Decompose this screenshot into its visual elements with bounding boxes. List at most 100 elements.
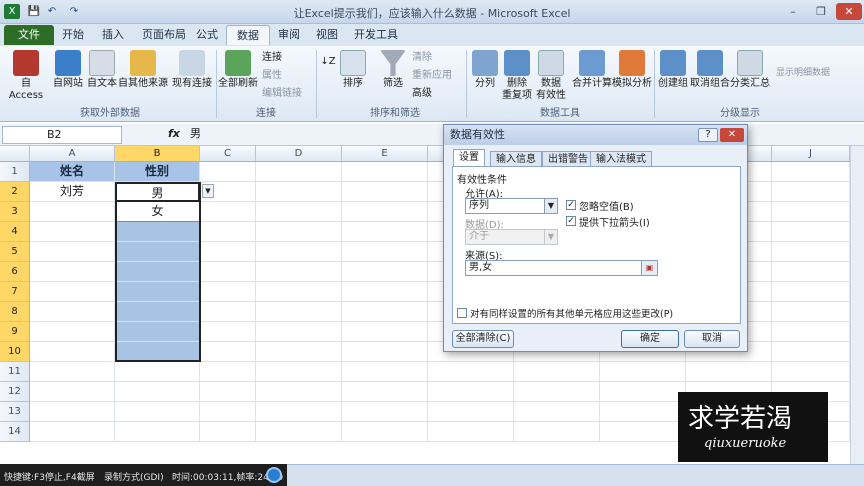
- grid-cell[interactable]: [772, 322, 850, 342]
- grid-cell[interactable]: [772, 222, 850, 242]
- group-button[interactable]: 创建组: [656, 50, 690, 90]
- from-text-button[interactable]: 自文本: [86, 50, 118, 90]
- grid-cell[interactable]: [200, 402, 256, 422]
- grid-cell[interactable]: [600, 402, 686, 422]
- grid-cell[interactable]: 刘芳: [30, 182, 115, 202]
- edit-links-button[interactable]: 编辑链接: [262, 87, 302, 101]
- row-header[interactable]: 8: [0, 302, 30, 322]
- grid-cell[interactable]: [115, 322, 200, 342]
- row-header[interactable]: 12: [0, 382, 30, 402]
- clear-filter-button[interactable]: 清除: [412, 51, 432, 65]
- ungroup-button[interactable]: 取消组合: [690, 50, 730, 90]
- cell-dropdown-arrow-icon[interactable]: ▼: [202, 184, 214, 198]
- tab-review[interactable]: 审阅: [268, 25, 310, 45]
- row-header[interactable]: 5: [0, 242, 30, 262]
- grid-cell[interactable]: [256, 342, 342, 362]
- grid-cell[interactable]: [514, 422, 600, 442]
- advanced-filter-button[interactable]: 高级: [412, 87, 432, 101]
- clear-all-button[interactable]: 全部清除(C): [452, 330, 514, 348]
- tab-developer[interactable]: 开发工具: [344, 25, 408, 45]
- grid-cell[interactable]: [600, 382, 686, 402]
- grid-cell[interactable]: [342, 402, 428, 422]
- source-input[interactable]: 男,女 ▣: [465, 260, 658, 276]
- data-validation-button[interactable]: 数据 有效性: [534, 50, 568, 102]
- formula-input[interactable]: 男: [190, 126, 201, 144]
- grid-cell[interactable]: [772, 342, 850, 362]
- grid-cell[interactable]: [200, 262, 256, 282]
- grid-cell[interactable]: [30, 282, 115, 302]
- grid-cell[interactable]: [772, 262, 850, 282]
- grid-cell[interactable]: [115, 362, 200, 382]
- grid-cell[interactable]: [256, 242, 342, 262]
- row-header[interactable]: 3: [0, 202, 30, 222]
- refresh-all-button[interactable]: 全部刷新: [218, 50, 258, 90]
- what-if-button[interactable]: 模拟分析: [612, 50, 652, 90]
- grid-cell[interactable]: [200, 322, 256, 342]
- grid-cell[interactable]: [115, 422, 200, 442]
- grid-cell[interactable]: [30, 322, 115, 342]
- ok-button[interactable]: 确定: [621, 330, 679, 348]
- column-header[interactable]: C: [200, 146, 256, 162]
- grid-cell[interactable]: [256, 382, 342, 402]
- grid-cell[interactable]: [686, 362, 772, 382]
- from-other-sources-button[interactable]: 自其他来源: [118, 50, 168, 90]
- grid-cell[interactable]: [342, 242, 428, 262]
- sort-button[interactable]: 排序: [340, 50, 366, 90]
- name-box[interactable]: B2: [2, 126, 122, 144]
- column-header[interactable]: B: [115, 146, 200, 162]
- from-access-button[interactable]: 自 Access: [4, 50, 48, 102]
- grid-cell[interactable]: [342, 422, 428, 442]
- stop-record-icon[interactable]: [266, 467, 282, 483]
- grid-cell[interactable]: [342, 202, 428, 222]
- select-all-corner[interactable]: [0, 146, 30, 162]
- cancel-button[interactable]: 取消: [684, 330, 740, 348]
- column-header[interactable]: E: [342, 146, 428, 162]
- range-picker-icon[interactable]: ▣: [641, 261, 657, 275]
- minimize-button[interactable]: –: [780, 3, 806, 20]
- grid-cell[interactable]: [772, 162, 850, 182]
- help-icon[interactable]: ?: [698, 128, 718, 142]
- dropdown-arrow-checkbox[interactable]: ✓: [566, 216, 576, 226]
- grid-cell[interactable]: [115, 402, 200, 422]
- column-header[interactable]: J: [772, 146, 850, 162]
- close-button[interactable]: ✕: [836, 3, 862, 20]
- ignore-blank-checkbox[interactable]: ✓: [566, 200, 576, 210]
- grid-cell[interactable]: [30, 242, 115, 262]
- grid-cell[interactable]: [772, 282, 850, 302]
- row-header[interactable]: 10: [0, 342, 30, 362]
- grid-cell[interactable]: 男: [115, 182, 200, 202]
- grid-cell[interactable]: [30, 262, 115, 282]
- tab-file[interactable]: 文件: [4, 25, 54, 45]
- remove-duplicates-button[interactable]: 删除 重复项: [502, 50, 532, 102]
- grid-cell[interactable]: [256, 362, 342, 382]
- grid-cell[interactable]: [256, 322, 342, 342]
- reapply-button[interactable]: 重新应用: [412, 69, 452, 83]
- row-header[interactable]: 2: [0, 182, 30, 202]
- tab-input-message[interactable]: 输入信息: [490, 151, 542, 167]
- grid-cell[interactable]: [200, 382, 256, 402]
- tab-insert[interactable]: 插入: [92, 25, 134, 45]
- dropdown-list-item[interactable]: 女: [115, 202, 200, 222]
- row-header[interactable]: 6: [0, 262, 30, 282]
- row-header[interactable]: 13: [0, 402, 30, 422]
- grid-cell[interactable]: [772, 182, 850, 202]
- filter-button[interactable]: 筛选: [378, 50, 408, 90]
- grid-cell[interactable]: [600, 362, 686, 382]
- grid-cell[interactable]: [115, 302, 200, 322]
- grid-cell[interactable]: [256, 162, 342, 182]
- grid-cell[interactable]: [342, 162, 428, 182]
- grid-cell[interactable]: [30, 342, 115, 362]
- grid-cell[interactable]: [428, 422, 514, 442]
- row-header[interactable]: 11: [0, 362, 30, 382]
- grid-cell[interactable]: [30, 422, 115, 442]
- grid-cell[interactable]: [115, 342, 200, 362]
- grid-cell[interactable]: [115, 262, 200, 282]
- grid-cell[interactable]: [772, 362, 850, 382]
- grid-cell[interactable]: [256, 222, 342, 242]
- dialog-close-icon[interactable]: ✕: [720, 128, 744, 142]
- row-header[interactable]: 14: [0, 422, 30, 442]
- row-header[interactable]: 9: [0, 322, 30, 342]
- sort-az-icon[interactable]: ↓Z: [320, 56, 336, 68]
- grid-cell[interactable]: [30, 402, 115, 422]
- grid-cell[interactable]: [342, 302, 428, 322]
